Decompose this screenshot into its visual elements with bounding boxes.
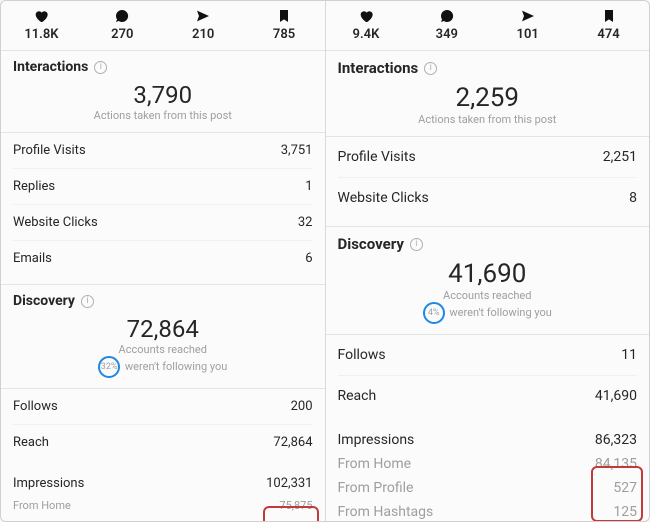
discovery-total: 72,864	[13, 315, 313, 343]
interactions-header: Interactions i	[13, 59, 313, 75]
row-reach: Reach72,864	[13, 425, 313, 460]
discovery-subtitle: Accounts reached 4% weren't following yo…	[338, 289, 638, 324]
interactions-subtitle: Actions taken from this post	[338, 113, 638, 126]
row-emails: Emails6	[13, 241, 313, 276]
accounts-reached-label: Accounts reached	[443, 289, 531, 302]
row-follows: Follows200	[13, 389, 313, 425]
stat-shares[interactable]: 210	[163, 7, 244, 42]
not-following-label: weren't following you	[125, 360, 227, 373]
interactions-rows: Profile Visits3,751 Replies1 Website Cli…	[1, 133, 325, 284]
insights-panel-left: 11.8K 270 210 785 Interactions i 3,790 A…	[1, 1, 326, 521]
row-from-hashtags: From Hashtags8,038	[13, 516, 313, 521]
interactions-title: Interactions	[13, 59, 88, 75]
row-website-clicks: Website Clicks32	[13, 205, 313, 241]
impressions-block: Impressions102,331 From Home75,875 From …	[1, 468, 325, 521]
row-from-home: From Home84,135	[338, 452, 638, 476]
heart-icon	[357, 7, 375, 25]
discovery-subtitle: Accounts reached 32% weren't following y…	[13, 343, 313, 378]
impressions-block: Impressions86,323 From Home84,135 From P…	[326, 424, 650, 521]
row-from-profile: From Profile527	[338, 476, 638, 500]
row-reach: Reach41,690	[338, 376, 638, 416]
discovery-title: Discovery	[13, 293, 75, 309]
share-icon	[194, 7, 212, 25]
stat-likes[interactable]: 11.8K	[1, 7, 82, 42]
saves-value: 785	[273, 27, 295, 42]
stat-shares[interactable]: 101	[487, 7, 568, 42]
row-impressions: Impressions86,323	[338, 428, 638, 452]
stat-comments[interactable]: 349	[406, 7, 487, 42]
discovery-section: Discovery i 72,864 Accounts reached 32% …	[1, 284, 325, 389]
row-from-home: From Home75,875	[13, 495, 313, 516]
interactions-section: Interactions i 3,790 Actions taken from …	[1, 51, 325, 133]
discovery-title: Discovery	[338, 235, 404, 253]
info-icon[interactable]: i	[424, 62, 437, 75]
discovery-header: Discovery i	[13, 293, 313, 309]
stat-saves[interactable]: 474	[568, 7, 649, 42]
shares-value: 210	[192, 27, 214, 42]
stat-comments[interactable]: 270	[82, 7, 163, 42]
interactions-rows: Profile Visits2,251 Website Clicks8	[326, 137, 650, 226]
row-replies: Replies1	[13, 169, 313, 205]
heart-icon	[32, 7, 50, 25]
stat-saves[interactable]: 785	[244, 7, 325, 42]
discovery-rows: Follows200 Reach72,864	[1, 389, 325, 468]
interactions-subtitle: Actions taken from this post	[13, 109, 313, 122]
interactions-header: Interactions i	[338, 59, 638, 77]
likes-value: 11.8K	[24, 27, 58, 42]
row-from-hashtags: From Hashtags125	[338, 500, 638, 521]
row-website-clicks: Website Clicks8	[338, 178, 638, 218]
shares-value: 101	[517, 27, 539, 42]
discovery-section: Discovery i 41,690 Accounts reached 4% w…	[326, 226, 650, 335]
comments-value: 349	[436, 27, 458, 42]
bookmark-icon	[600, 7, 618, 25]
discovery-total: 41,690	[338, 259, 638, 289]
interactions-total: 3,790	[13, 81, 313, 109]
interactions-title: Interactions	[338, 59, 419, 77]
insights-panel-right: 9.4K 349 101 474 Interactions i 2,259 Ac…	[326, 1, 650, 521]
discovery-rows: Follows11 Reach41,690	[326, 335, 650, 424]
info-icon[interactable]: i	[81, 295, 94, 308]
not-following-label: weren't following you	[449, 306, 551, 319]
stat-likes[interactable]: 9.4K	[326, 7, 407, 42]
saves-value: 474	[597, 27, 619, 42]
row-profile-visits: Profile Visits3,751	[13, 133, 313, 169]
comments-value: 270	[111, 27, 133, 42]
row-follows: Follows11	[338, 335, 638, 376]
not-following-percent: 4%	[423, 302, 445, 324]
bookmark-icon	[275, 7, 293, 25]
interactions-total: 2,259	[338, 83, 638, 113]
engagement-bar: 9.4K 349 101 474	[326, 1, 650, 51]
interactions-section: Interactions i 2,259 Actions taken from …	[326, 51, 650, 137]
row-profile-visits: Profile Visits2,251	[338, 137, 638, 178]
comment-icon	[438, 7, 456, 25]
accounts-reached-label: Accounts reached	[119, 343, 207, 356]
row-impressions: Impressions102,331	[13, 472, 313, 495]
discovery-header: Discovery i	[338, 235, 638, 253]
engagement-bar: 11.8K 270 210 785	[1, 1, 325, 51]
info-icon[interactable]: i	[410, 238, 423, 251]
info-icon[interactable]: i	[94, 61, 107, 74]
insights-comparison: 11.8K 270 210 785 Interactions i 3,790 A…	[0, 0, 650, 522]
comment-icon	[113, 7, 131, 25]
not-following-percent: 32%	[98, 356, 120, 378]
share-icon	[519, 7, 537, 25]
likes-value: 9.4K	[353, 27, 380, 42]
